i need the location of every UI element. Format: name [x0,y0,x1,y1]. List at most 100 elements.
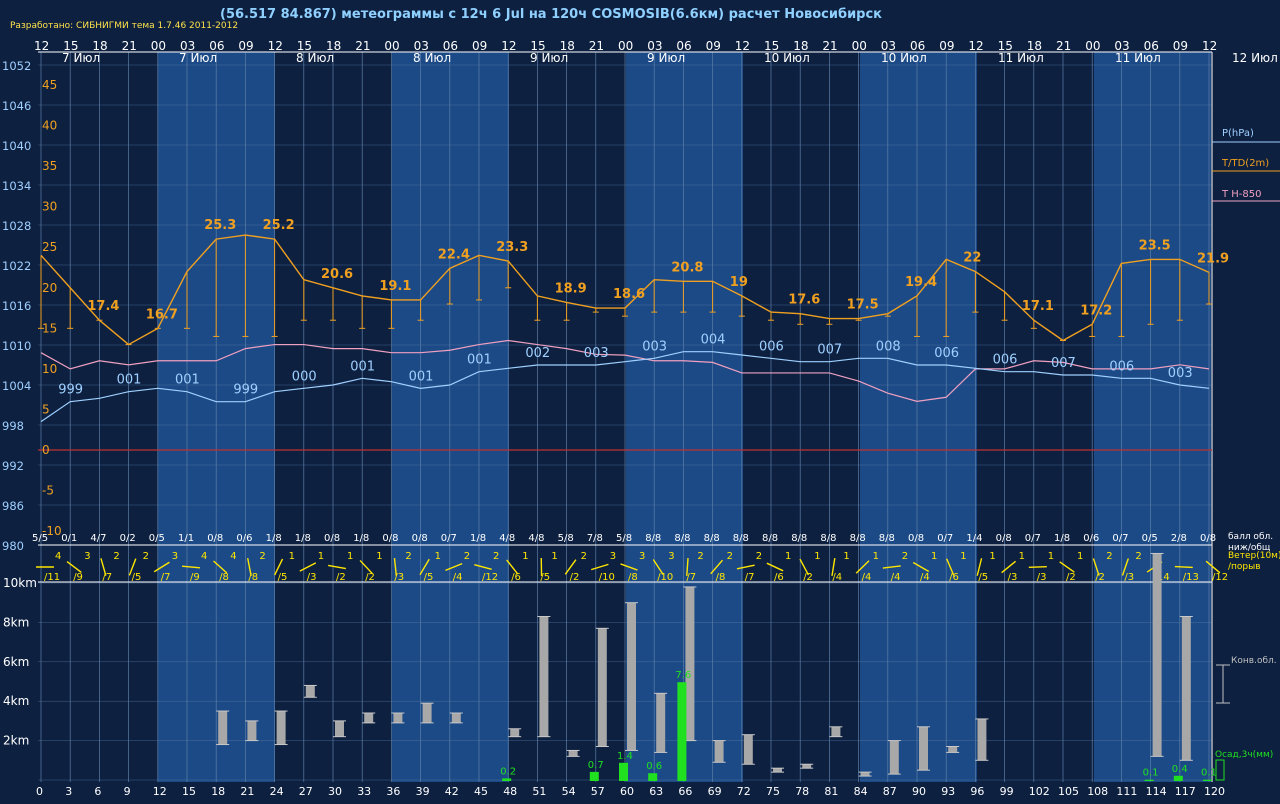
hour-label: 00 [1085,39,1100,53]
pressure-value-label: 000 [292,369,317,384]
wind-arrow [1029,567,1047,568]
conv-cloud-bar [773,768,782,772]
cloud-cover-label: 5/8 [558,533,574,544]
temp-tick: 45 [42,78,57,92]
wind-gust-label: /2 [336,572,346,583]
wind-gust-label: /7 [161,572,171,583]
pressure-value-label: 008 [876,339,901,354]
hour-label: 09 [706,39,721,53]
wind-speed-label: 3 [639,551,645,562]
pressure-value-label: 002 [525,346,550,361]
temp-tick: 40 [42,119,57,133]
hour-label: 00 [618,39,633,53]
precip-label: 0.2 [500,766,516,777]
temp-value-label: 17.4 [87,299,119,314]
lead-hour-label: 84 [854,785,868,798]
lead-hour-label: 102 [1029,785,1050,798]
wind-gust-label: /5 [278,572,288,583]
temp-tick: 5 [42,402,50,416]
temp-value-label: 16.7 [146,307,178,322]
wind-gust-label: /3 [307,572,317,583]
wind-speed-label: 1 [522,551,528,562]
wind-speed-label: 3 [668,551,674,562]
wind-gust-label: /5 [424,572,434,583]
temp-value-label: 20.8 [671,260,703,275]
wind-speed-label: 1 [1077,551,1083,562]
wind-gust-label: /2 [365,572,375,583]
conv-cloud-bar [277,711,286,744]
lead-hour-label: 48 [503,785,517,798]
hour-label: 12 [268,39,283,53]
hour-label: 00 [384,39,399,53]
cloud-cover-label: 7/8 [587,533,603,544]
pressure-tick: 1052 [2,59,31,73]
precip-bar [502,778,511,781]
lead-hour-label: 3 [65,785,72,798]
cloud-cover-label: 0/7 [937,533,953,544]
cloud-cover-label: 8/8 [645,533,661,544]
lead-hour-label: 60 [620,785,634,798]
wind-arrow [67,562,81,573]
cloud-cover-label: 5/5 [32,533,48,544]
temp-value-label: 19.1 [379,279,411,294]
wind-arrow [591,564,608,569]
pressure-value-label: 001 [117,373,142,388]
temp-value-label: 23.3 [496,240,528,255]
pressure-value-label: 003 [1168,366,1193,381]
cloud-cover-label: 8/8 [674,533,690,544]
wind-speed-label: 4 [201,551,207,562]
wind-gust-label: /8 [219,572,229,583]
meteogram: 1215182100030609121518210003060912151821… [0,0,1280,800]
height-tick: 10km [3,576,37,590]
wind-speed-label: 1 [960,551,966,562]
wind-speed-label: 2 [727,551,733,562]
conv-cloud-bar [627,603,636,751]
conv-cloud-bar [335,721,344,737]
pressure-tick: 1016 [2,299,31,313]
temp-value-label: 22 [963,251,981,266]
precip-bar [677,682,686,781]
cloud-cover-label: 0/6 [1083,533,1099,544]
cloud-cover-label: 1/1 [178,533,194,544]
temp-value-label: 20.6 [321,267,353,282]
temp-value-label: 23.5 [1139,238,1171,253]
lead-hour-label: 78 [795,785,809,798]
lead-hour-label: 39 [416,785,430,798]
cloud-cover-label: 1/8 [470,533,486,544]
wind-arrow [767,563,783,571]
wind-speed-label: 2 [113,551,119,562]
wind-speed-label: 2 [143,551,149,562]
pressure-value-label: 006 [934,346,959,361]
conv-cloud-bar [744,735,753,765]
wind-gust-label: /6 [774,572,784,583]
conv-cloud-bar [393,713,402,723]
wind-gust-label: /6 [511,572,521,583]
precip-bar [619,763,628,781]
conv-cloud-bar [948,747,957,753]
cloud-cover-label: 0/1 [61,533,77,544]
wind-gust-label: /2 [570,572,580,583]
wind-speed-label: 3 [172,551,178,562]
wind-gust-label: /5 [540,572,550,583]
wind-speed-label: 2 [1135,551,1141,562]
hour-label: 00 [151,39,166,53]
wind-gust-label: /3 [1037,572,1047,583]
cloud-cover-label: 0/8 [1200,533,1216,544]
cloud-cover-label: 0/8 [908,533,924,544]
precip-label: 0.4 [1172,764,1188,775]
wind-speed-label: 1 [1048,551,1054,562]
wind-gust-label: /5 [132,572,142,583]
wind-gust-label: /7 [102,572,112,583]
hour-label: 21 [122,39,137,53]
height-tick: 8km [3,615,29,629]
hour-label: 21 [822,39,837,53]
date-label: 7 Июл [62,51,100,65]
legend-precip: Осад,3ч(мм) [1215,750,1273,760]
pressure-tick: 980 [2,539,24,553]
precip-label: 0.1 [1143,768,1159,779]
wind-speed-label: 2 [493,551,499,562]
wind-speed-label: 1 [551,551,557,562]
wind-arrow [1002,561,1016,572]
temp-value-label: 25.2 [263,218,295,233]
wind-gust-label: /10 [657,572,673,583]
